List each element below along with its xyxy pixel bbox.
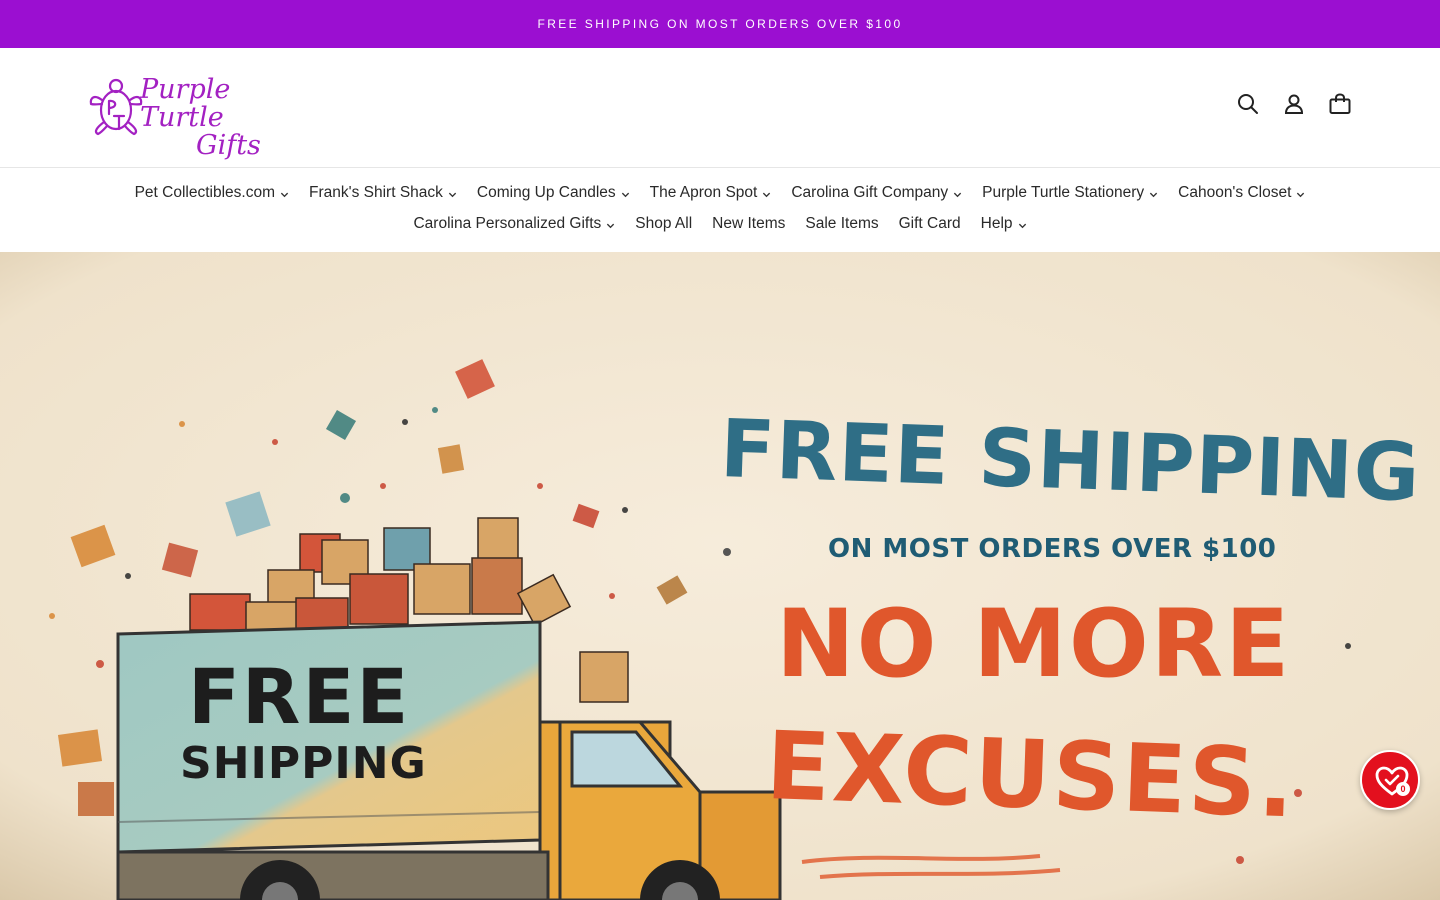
nav-label: Coming Up Candles <box>476 184 616 201</box>
search-icon[interactable] <box>1236 92 1260 116</box>
nav-label: Carolina Personalized Gifts <box>413 215 602 232</box>
turtle-logo-icon <box>89 78 143 136</box>
wishlist-count: 0 <box>1396 782 1410 796</box>
announcement-bar: FREE SHIPPING ON MOST ORDERS OVER $100 <box>0 0 1440 48</box>
brand-logo[interactable]: Purple Turtle Gifts <box>86 74 316 160</box>
chevron-down-icon <box>763 192 771 198</box>
nav-item-purple-turtle-stationery[interactable]: Purple Turtle Stationery <box>982 184 1158 202</box>
nav-item-help[interactable]: Help <box>981 215 1027 233</box>
nav-label: Sale Items <box>805 215 879 232</box>
brand-wordmark: Purple Turtle Gifts <box>140 76 316 160</box>
nav-label: Gift Card <box>898 215 961 232</box>
chevron-down-icon <box>621 192 629 198</box>
site-header: Purple Turtle Gifts <box>0 48 1440 168</box>
nav-item-pet-collectibles[interactable]: Pet Collectibles.com <box>135 184 289 202</box>
nav-row-2: Carolina Personalized Gifts Shop All New… <box>0 215 1440 233</box>
announcement-text: FREE SHIPPING ON MOST ORDERS OVER $100 <box>537 17 903 31</box>
nav-row-1: Pet Collectibles.com Frank's Shirt Shack… <box>0 184 1440 202</box>
nav-item-gift-card[interactable]: Gift Card <box>899 215 961 233</box>
nav-item-carolina-gift-company[interactable]: Carolina Gift Company <box>791 184 962 202</box>
chevron-down-icon <box>1297 192 1305 198</box>
chevron-down-icon <box>954 192 962 198</box>
truck-label-shipping: SHIPPING <box>180 738 427 789</box>
nav-item-apron-spot[interactable]: The Apron Spot <box>650 184 772 202</box>
nav-item-cahoons-closet[interactable]: Cahoon's Closet <box>1178 184 1305 202</box>
brand-line-1: Purple Turtle <box>140 74 231 133</box>
nav-item-sale-items[interactable]: Sale Items <box>805 215 878 233</box>
cart-icon[interactable] <box>1328 92 1352 116</box>
chevron-down-icon <box>448 192 457 198</box>
nav-label: Shop All <box>635 215 693 232</box>
header-actions <box>1236 92 1352 116</box>
truck-label-free: FREE <box>188 652 411 741</box>
hero-banner[interactable]: FREE SHIPPING FREE SHIPPING ON MOST ORDE… <box>0 252 1440 900</box>
nav-item-shop-all[interactable]: Shop All <box>635 215 692 233</box>
wishlist-button[interactable]: 0 <box>1360 750 1420 810</box>
nav-item-franks-shirt-shack[interactable]: Frank's Shirt Shack <box>309 184 457 202</box>
brand-line-2: Gifts <box>196 130 261 161</box>
nav-label: Help <box>980 215 1013 232</box>
nav-label: The Apron Spot <box>649 184 758 201</box>
nav-label: Purple Turtle Stationery <box>982 184 1145 201</box>
hero-tagline-2: EXCUSES. <box>764 712 1298 840</box>
chevron-down-icon <box>1018 223 1026 229</box>
nav-item-new-items[interactable]: New Items <box>712 215 785 233</box>
chevron-down-icon <box>1150 192 1158 198</box>
nav-label: Cahoon's Closet <box>1178 184 1292 201</box>
chevron-down-icon <box>607 223 615 229</box>
nav-item-carolina-personalized-gifts[interactable]: Carolina Personalized Gifts <box>413 215 615 233</box>
hero-tagline-1: NO MORE <box>776 590 1292 699</box>
nav-label: Frank's Shirt Shack <box>309 184 443 201</box>
nav-label: New Items <box>712 215 786 232</box>
main-navigation: Pet Collectibles.com Frank's Shirt Shack… <box>0 169 1440 252</box>
chevron-down-icon <box>280 192 289 198</box>
account-icon[interactable] <box>1282 92 1306 116</box>
hero-subline: ON MOST ORDERS OVER $100 <box>828 534 1277 564</box>
nav-item-coming-up-candles[interactable]: Coming Up Candles <box>477 184 630 202</box>
nav-label: Pet Collectibles.com <box>134 184 276 201</box>
nav-label: Carolina Gift Company <box>791 184 949 201</box>
